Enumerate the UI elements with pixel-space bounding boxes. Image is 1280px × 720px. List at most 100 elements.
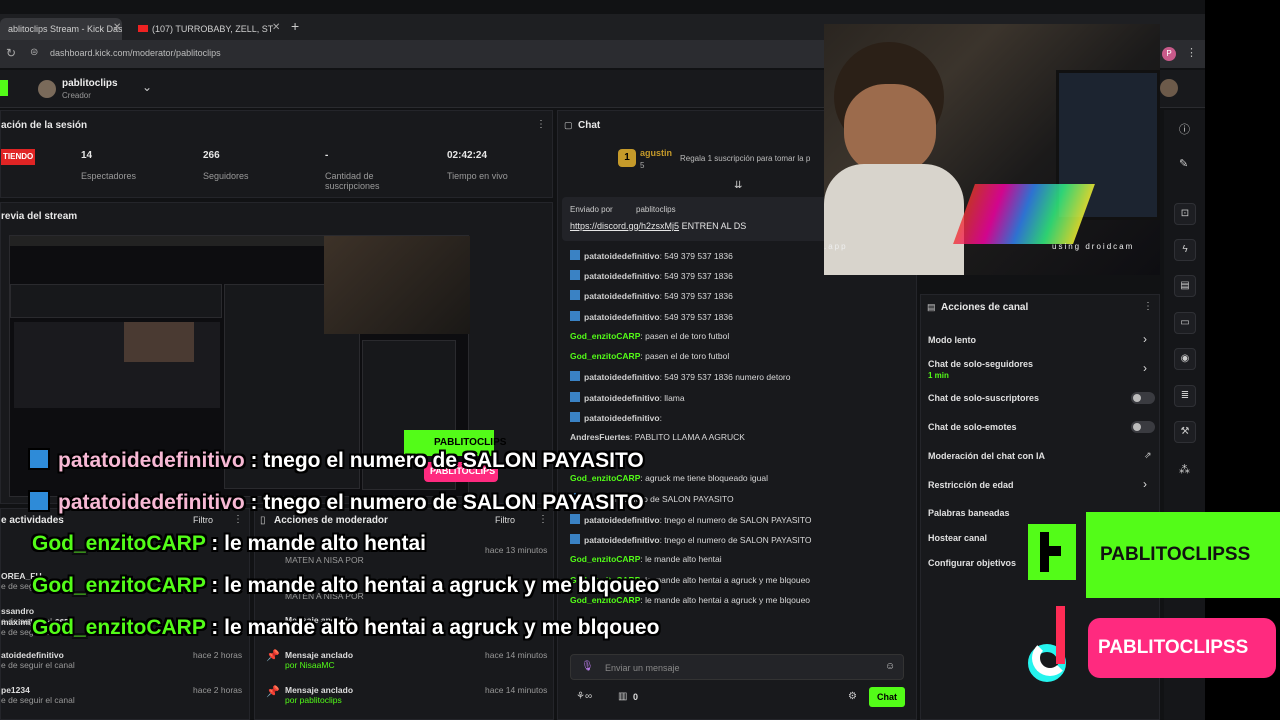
chat-text: le mande alto hentai a agruck y me blqou… [645,575,811,585]
overlay-username: God_enzitoCARP [32,616,206,639]
chat-message: patatoidedefinitivo: [570,412,662,423]
chat-bubble-icon[interactable]: ▭ [1174,312,1196,334]
gift-sub-prompt[interactable]: Regala 1 suscripción para tomar la p [680,154,810,163]
lightning-icon[interactable]: ϟ [1174,239,1196,261]
chevron-right-icon[interactable]: › [1143,361,1147,375]
chat-text: llama [664,393,685,403]
settings-gear-icon[interactable]: ⚙ [848,691,857,702]
url-field[interactable]: dashboard.kick.com/moderator/pablitoclip… [50,48,221,58]
more-icon[interactable]: ⋮ [1143,301,1153,312]
chat-username[interactable]: patatoidedefinitivo [584,372,660,382]
chat-message: patatoidedefinitivo: tnego el numero de … [570,534,812,545]
age-restriction-option[interactable]: Restricción de edad [928,480,1014,490]
new-tab-icon[interactable]: + [291,18,299,34]
send-chat-button[interactable]: Chat [869,687,905,707]
kick-badge-label: PABLITOCLIPSS [1100,544,1251,565]
followers-only-option[interactable]: Chat de solo-seguidores [928,359,1033,369]
cam-watermark-left: .app [824,242,848,251]
profile-avatar-icon[interactable]: P [1162,47,1176,61]
pin-icon: 📌 [266,650,280,662]
modactions-title: Acciones de moderador [274,515,388,526]
user-badge-icon [570,290,580,300]
host-channel-option[interactable]: Hostear canal [928,533,987,543]
overlay-username: God_enzitoCARP [32,574,206,597]
chevron-down-icon[interactable]: ⌄ [142,80,152,94]
edit-icon[interactable]: ✎ [1179,157,1188,170]
user-badge-icon [570,514,580,524]
channel-role: Creador [62,91,91,100]
external-link-icon[interactable]: ⇗ [1144,450,1152,461]
chat-text: PABLITO LLAMA A AGRUCK [634,432,745,442]
chat-message: patatoidedefinitivo: 549 379 537 1836 [570,311,733,322]
chat-username[interactable]: God_enzitoCARP [570,351,640,361]
session-title: ación de la sesión [1,120,88,131]
collapse-icon[interactable]: ⇊ [734,180,742,191]
site-info-icon[interactable]: ⊜ [30,47,38,58]
chat-input-placeholder: Enviar un mensaje [605,663,680,673]
chat-text: le mande alto hentai [645,554,722,564]
chat-username[interactable]: patatoidedefinitivo [584,271,660,281]
user-badge-icon [28,448,50,470]
document-icon[interactable]: ▤ [1174,275,1196,297]
tab-youtube[interactable]: (107) TURROBABY, ZELL, ST [130,18,280,40]
emoji-icon[interactable]: ☺ [885,661,895,672]
chat-input[interactable]: 🎙 Enviar un mensaje ☺ [570,654,904,680]
pinned-user[interactable]: agustin [640,148,672,158]
chat-text: agruck me tiene bloqueado igual [645,473,768,483]
kick-logo-icon[interactable] [0,80,8,96]
more-icon[interactable]: ⋮ [538,514,548,525]
wrench-icon[interactable]: ⚒ [1174,421,1196,443]
chat-username[interactable]: patatoidedefinitivo [584,515,660,525]
microphone-icon[interactable]: 🎙 [581,661,594,672]
goals-option[interactable]: Configurar objetivos [928,558,1016,568]
overlay-text: : le mande alto hentai a agruck y me blq… [205,574,660,597]
discord-link[interactable]: https://discord.gg/h2zsxMj5 [570,221,679,231]
tab-kick-dashboard[interactable]: ablitoclips Stream - Kick Dash [0,18,122,40]
chat-text: tnego el numero de SALON PAYASITO [664,535,812,545]
emotes-only-toggle[interactable] [1131,421,1155,433]
kick-social-badge: PABLITOCLIPSS [1028,512,1280,598]
chat-message: God_enzitoCARP: agruck me tiene bloquead… [570,473,768,483]
more-icon[interactable]: ⋮ [233,514,243,525]
chat-username[interactable]: patatoidedefinitivo [584,393,660,403]
activities-filter[interactable]: Filtro [193,515,213,525]
chat-username[interactable]: AndresFuertes [570,432,630,442]
chevron-right-icon[interactable]: › [1143,477,1147,491]
shapes-icon[interactable]: ⁂ [1179,463,1190,476]
chat-username[interactable]: patatoidedefinitivo [584,251,660,261]
reload-icon[interactable]: ↻ [6,46,16,60]
chat-username[interactable]: God_enzitoCARP [570,554,640,564]
close-tab-icon[interactable]: ✕ [272,22,280,33]
banned-words-option[interactable]: Palabras baneadas [928,508,1010,518]
chevron-right-icon[interactable]: › [1143,332,1147,346]
info-icon[interactable]: ⓘ [1179,121,1190,137]
person-shirt [824,164,964,275]
user-badge-icon [570,270,580,280]
slow-mode-option[interactable]: Modo lento [928,335,976,345]
chat-username[interactable]: God_enzitoCARP [570,331,640,341]
sent-by-user[interactable]: pablitoclips [636,205,676,214]
modactions-filter[interactable]: Filtro [495,515,515,525]
ai-moderation-option[interactable]: Moderación del chat con IA [928,451,1045,461]
chat-username[interactable]: patatoidedefinitivo [584,413,660,423]
capture-icon[interactable]: ⊡ [1174,203,1196,225]
gift-icon[interactable]: ▥ [618,691,627,702]
chat-username[interactable]: God_enzitoCARP [570,473,640,483]
overlay-chat-line: God_enzitoCARP : le mande alto hentai a … [32,574,659,598]
chat-username[interactable]: patatoidedefinitivo [584,535,660,545]
channel-points-icon[interactable]: ⚘∞ [576,691,592,702]
layers-icon[interactable]: ≣ [1174,385,1196,407]
chat-text: 549 379 537 1836 [664,251,733,261]
chat-username[interactable]: patatoidedefinitivo [584,312,660,322]
chat-message: AndresFuertes: PABLITO LLAMA A AGRUCK [570,432,745,442]
user-avatar[interactable] [1160,79,1178,97]
browser-menu-icon[interactable]: ⋮ [1186,46,1197,59]
close-tab-icon[interactable]: ✕ [113,22,121,33]
channel-name[interactable]: pablitoclips [62,78,118,89]
followers-only-duration: 1 min [928,371,949,380]
broadcast-icon[interactable]: ◉ [1174,348,1196,370]
chat-username[interactable]: patatoidedefinitivo [584,291,660,301]
more-icon[interactable]: ⋮ [536,119,546,130]
activity-row: pe1234 e de seguir el canal hace 2 horas [1,685,243,705]
subscribers-only-toggle[interactable] [1131,392,1155,404]
